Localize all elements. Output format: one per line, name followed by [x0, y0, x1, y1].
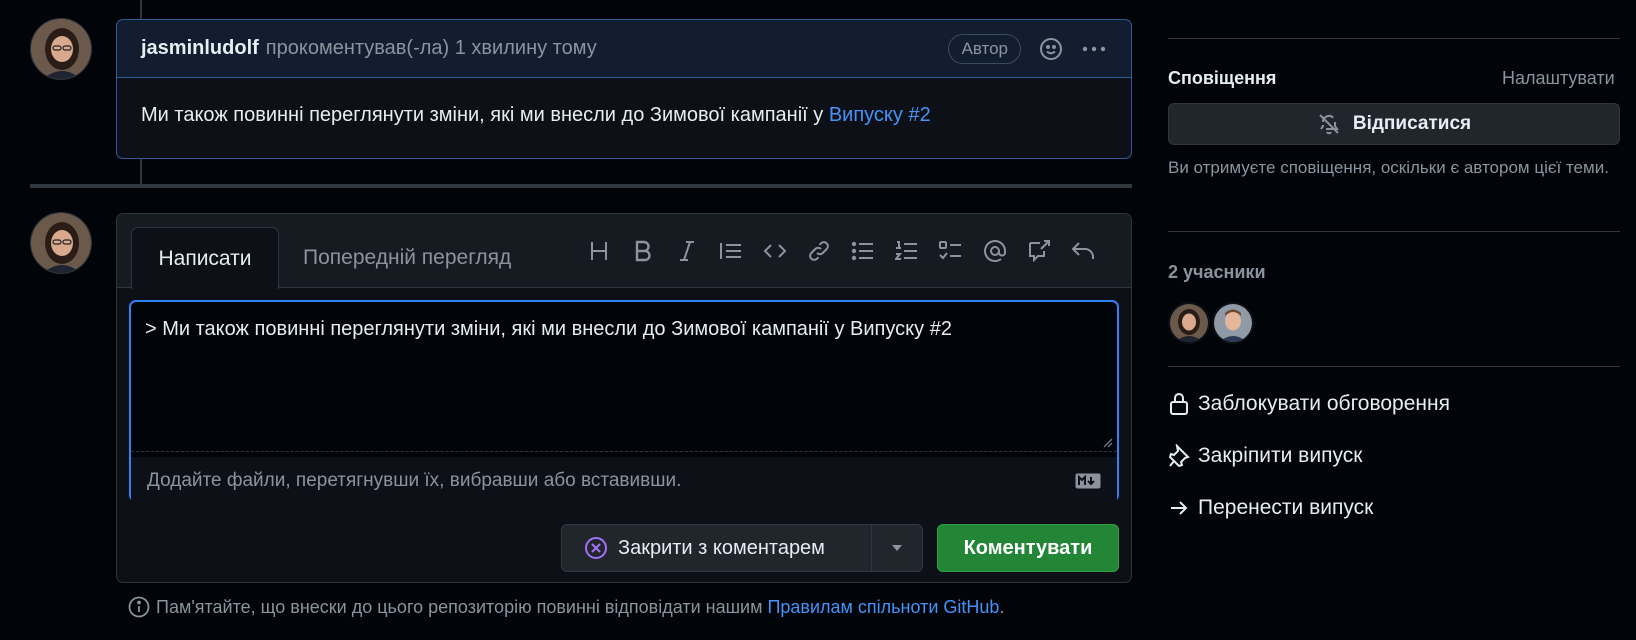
tab-preview[interactable]: Попередній перегляд [303, 227, 511, 289]
kebab-menu-icon[interactable] [1081, 37, 1107, 61]
italic-icon[interactable] [675, 238, 699, 264]
participant-avatar[interactable] [1168, 302, 1210, 344]
comment-button[interactable]: Коментувати [937, 524, 1119, 572]
heading-icon[interactable] [587, 238, 611, 264]
tab-write[interactable]: Написати [131, 227, 279, 289]
comment-timestamp: прокоментував(-ла) 1 хвилину тому [265, 37, 597, 59]
link-icon[interactable] [807, 238, 831, 264]
guideline-text: Пам'ятайте, що внески до цього репозитор… [156, 596, 768, 617]
markdown-icon[interactable] [1075, 473, 1101, 489]
sidebar-divider [1168, 231, 1620, 232]
transfer-issue-action[interactable]: Перенести випуск [1168, 496, 1373, 520]
lock-icon [1168, 392, 1190, 416]
attach-hint: Додайте файли, перетягнувши їх, вибравши… [147, 470, 682, 491]
mention-icon[interactable] [983, 238, 1007, 264]
timeline-separator [30, 184, 1132, 188]
avatar[interactable] [30, 18, 92, 80]
arrow-right-icon [1168, 496, 1190, 520]
quote-icon[interactable] [719, 238, 743, 264]
guideline-end: . [999, 596, 1005, 617]
formatting-toolbar [587, 238, 1095, 264]
comment-editor: Написати Попередній перегляд > Ми також … [116, 213, 1132, 583]
close-issue-icon [584, 536, 608, 560]
contribution-guideline: Пам'ятайте, що внески до цього репозитор… [128, 596, 1004, 618]
comment-author[interactable]: jasminludolf [141, 37, 259, 60]
file-attach-area[interactable]: Додайте файли, перетягнувши їх, вибравши… [131, 457, 1117, 505]
comment-textarea[interactable] [131, 302, 1117, 452]
customize-notifications-link[interactable]: Налаштувати [1502, 68, 1615, 89]
notification-reason: Ви отримуєте сповіщення, оскільки є авто… [1168, 158, 1609, 177]
avatar[interactable] [30, 212, 92, 274]
resize-handle-icon[interactable] [1101, 436, 1113, 448]
transfer-issue-label: Перенести випуск [1198, 496, 1374, 519]
unsubscribe-label: Відписатися [1352, 113, 1472, 134]
close-with-comment-button[interactable]: Закрити з коментарем [562, 525, 873, 571]
bell-slash-icon [1317, 112, 1341, 136]
pin-issue-label: Закріпити випуск [1198, 444, 1363, 467]
sidebar-divider [1168, 38, 1620, 39]
issue-link[interactable]: Випуску #2 [829, 104, 931, 126]
participants-title: 2 учасники [1168, 262, 1266, 282]
author-badge: Автор [948, 33, 1021, 64]
close-with-comment-button-group: Закрити з коментарем [561, 524, 923, 572]
comment-body: Ми також повинні переглянути зміни, які … [117, 78, 1131, 153]
close-with-comment-label: Закрити з коментарем [618, 536, 825, 559]
lock-conversation-action[interactable]: Заблокувати обговорення [1168, 392, 1450, 416]
comment-textarea-wrapper: Додайте файли, перетягнувши їх, вибравши… [129, 300, 1119, 505]
caret-down-icon [891, 544, 903, 552]
undo-icon[interactable] [1071, 238, 1095, 264]
comment-card: jasminludolf прокоментував(-ла) 1 хвилин… [116, 19, 1132, 159]
pin-icon [1168, 444, 1190, 468]
unsubscribe-button[interactable]: Відписатися [1168, 103, 1620, 145]
participant-avatar[interactable] [1212, 302, 1254, 344]
editor-tabbar: Написати Попередній перегляд [117, 214, 1131, 289]
reference-icon[interactable] [1027, 238, 1051, 264]
notifications-title: Сповіщення [1168, 68, 1277, 88]
close-options-dropdown[interactable] [872, 525, 922, 571]
code-icon[interactable] [763, 238, 787, 264]
bold-icon[interactable] [631, 238, 655, 264]
comment-text: Ми також повинні переглянути зміни, які … [141, 104, 829, 126]
task-list-icon[interactable] [939, 238, 963, 264]
lock-conversation-label: Заблокувати обговорення [1198, 392, 1450, 415]
info-icon [128, 596, 150, 618]
comment-header: jasminludolf прокоментував(-ла) 1 хвилин… [117, 20, 1131, 78]
ordered-list-icon[interactable] [895, 238, 919, 264]
pin-issue-action[interactable]: Закріпити випуск [1168, 444, 1362, 468]
sidebar-divider [1168, 366, 1620, 367]
unordered-list-icon[interactable] [851, 238, 875, 264]
community-guidelines-link[interactable]: Правилам спільноти GitHub [767, 597, 999, 617]
smiley-icon[interactable] [1039, 37, 1063, 61]
